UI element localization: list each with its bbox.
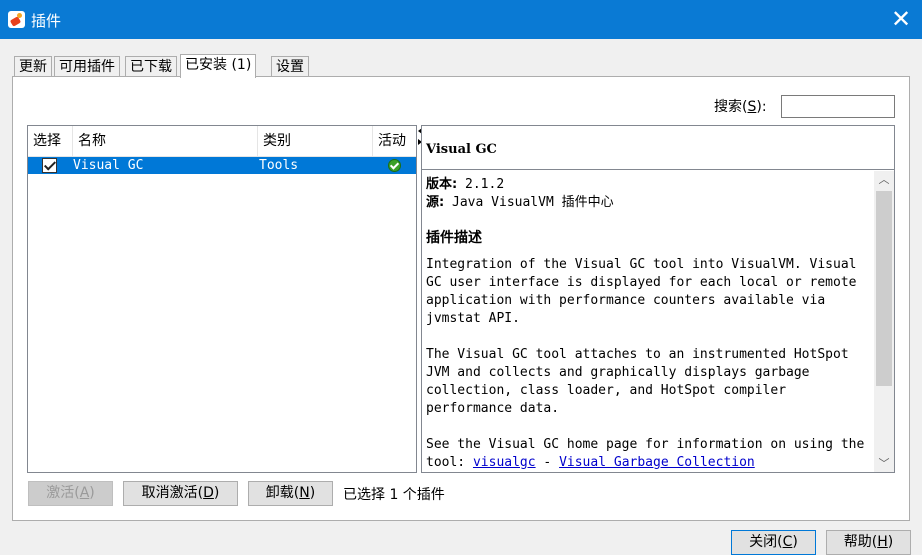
version-value: 2.1.2 [465, 177, 505, 192]
table-row[interactable]: Visual GC Tools [28, 157, 416, 174]
visual-garbage-collection-link[interactable]: Visual Garbage Collection [559, 455, 755, 470]
tab-available-plugins[interactable]: 可用插件 [54, 56, 120, 77]
description-heading: 插件描述 [426, 230, 482, 246]
plugin-name: Visual GC [73, 158, 144, 173]
window-title: 插件 [31, 12, 62, 30]
title-bar: 插件 ✕ [0, 0, 922, 39]
close-icon[interactable]: ✕ [888, 4, 914, 34]
source-value: Java VisualVM 插件中心 [452, 195, 614, 210]
details-title: Visual GC [422, 126, 894, 170]
close-button[interactable]: 关闭(C) [731, 530, 816, 555]
details-body: 版本: 2.1.2 源: Java VisualVM 插件中心 插件描述 Int… [422, 171, 874, 472]
active-check-icon [388, 159, 401, 172]
plugin-category: Tools [259, 158, 299, 173]
column-header-category[interactable]: 类别 [258, 126, 373, 157]
plugin-details-pane: Visual GC 版本: 2.1.2 源: Java VisualVM 插件中… [421, 125, 895, 473]
column-header-active[interactable]: 活动 [373, 126, 416, 157]
tab-updates[interactable]: 更新 [14, 56, 52, 77]
version-label: 版本: [426, 177, 458, 192]
deactivate-button[interactable]: 取消激活(D) [123, 481, 238, 506]
column-header-select[interactable]: 选择 [28, 126, 73, 157]
select-checkbox[interactable] [42, 158, 57, 173]
details-scrollbar[interactable]: ︿ ﹀ [874, 171, 894, 472]
description-paragraph-2: The Visual GC tool attaches to an instru… [426, 347, 849, 416]
selected-count-text: 已选择 1 个插件 [343, 487, 445, 503]
help-button[interactable]: 帮助(H) [826, 530, 911, 555]
app-icon [8, 11, 25, 28]
description-paragraph-3: See the Visual GC home page for informat… [426, 437, 865, 470]
plugin-table: 选择 名称 类别 活动 Visual GC Tools [27, 125, 417, 473]
tab-downloaded[interactable]: 已下载 [125, 56, 177, 77]
scroll-up-icon[interactable]: ︿ [874, 171, 894, 188]
column-header-name[interactable]: 名称 [73, 126, 258, 157]
search-label: 搜索(S): [714, 99, 767, 115]
visualgc-link[interactable]: visualgc [473, 455, 536, 470]
uninstall-button[interactable]: 卸载(N) [248, 481, 333, 506]
tab-installed[interactable]: 已安装 (1) [180, 54, 257, 78]
source-label: 源: [426, 195, 445, 210]
description-paragraph-1: Integration of the Visual GC tool into V… [426, 257, 857, 326]
scroll-down-icon[interactable]: ﹀ [874, 455, 894, 472]
search-input[interactable] [781, 95, 895, 118]
tab-settings[interactable]: 设置 [271, 56, 309, 77]
scroll-thumb[interactable] [876, 191, 892, 386]
activate-button[interactable]: 激活(A) [28, 481, 113, 506]
